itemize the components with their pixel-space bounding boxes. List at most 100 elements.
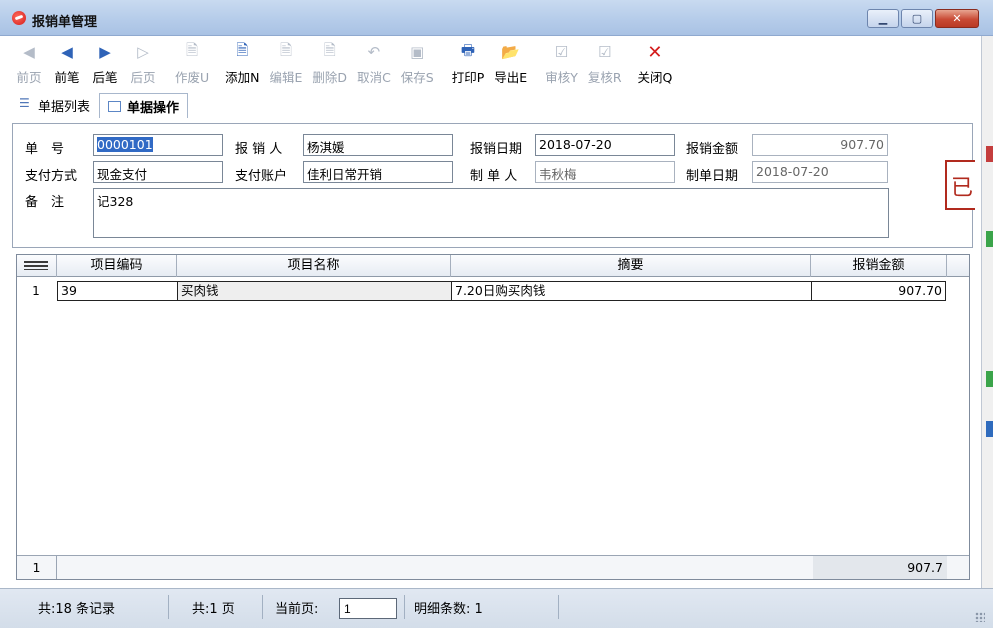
- claim-date-label: 报销日期: [470, 142, 523, 157]
- window-controls: ▁ ▢ ✕: [865, 9, 979, 29]
- make-date-label: 制单日期: [686, 169, 739, 184]
- row-number: 1: [32, 284, 40, 298]
- status-divider: [168, 595, 169, 619]
- printer-icon: 🖶: [460, 40, 476, 59]
- approve-check-icon: ☑: [554, 43, 569, 61]
- toolbar-button-label: 打印P: [451, 70, 485, 85]
- minimize-icon: ▁: [878, 12, 888, 25]
- window-title: 报销单管理: [32, 15, 98, 30]
- pay-account-field[interactable]: 佳利日常开销: [303, 161, 453, 183]
- close-window-button[interactable]: ✕: [935, 9, 979, 28]
- record-count: 共:18 条记录: [38, 602, 116, 617]
- toolbar-button-8[interactable]: ↶ 取消C: [352, 41, 396, 91]
- toolbar-button-12[interactable]: ☑ 审核Y: [540, 41, 583, 91]
- toolbar-button-label: 关闭Q: [637, 70, 673, 85]
- edge-marker: [986, 231, 993, 247]
- double-arrow-left-icon: ◀: [23, 43, 35, 61]
- claimant-field[interactable]: 杨淇媛: [303, 134, 453, 156]
- close-icon: ✕: [952, 12, 962, 25]
- cell-amount[interactable]: 907.70: [811, 281, 946, 301]
- list-icon: [19, 96, 32, 111]
- grid-corner[interactable]: [17, 255, 57, 277]
- maximize-button[interactable]: ▢: [901, 9, 933, 28]
- amount-field: 907.70: [752, 134, 888, 156]
- toolbar-button-1[interactable]: ◀ 前笔: [48, 41, 86, 91]
- close-x-icon: ✕: [647, 41, 663, 63]
- current-page-input[interactable]: [339, 598, 397, 619]
- maker-label: 制 单 人: [470, 169, 518, 184]
- tab-label: 单据列表: [38, 100, 91, 115]
- edge-marker: [986, 421, 993, 437]
- edit-doc-icon: 🗎: [279, 40, 292, 59]
- doc-no-value: 0000101: [97, 137, 153, 152]
- detail-count: 明细条数: 1: [414, 602, 483, 617]
- toolbar-button-label: 导出E: [494, 70, 528, 85]
- toolbar-button-label: 审核Y: [545, 70, 578, 85]
- toolbar-button-label: 取消C: [357, 70, 391, 85]
- maker-field: 韦秋梅: [535, 161, 675, 183]
- arrow-right-icon: ▶: [99, 43, 111, 61]
- toolbar-button-label: 前页: [16, 70, 42, 85]
- save-icon: ▣: [410, 43, 425, 61]
- resize-grip-icon[interactable]: [975, 612, 985, 622]
- minimize-button[interactable]: ▁: [867, 9, 899, 28]
- footer-count: 1: [17, 556, 57, 579]
- grid-header: 项目编码 项目名称 摘要 报销金额: [17, 255, 969, 277]
- amount-label: 报销金额: [686, 142, 739, 157]
- toolbar-button-3[interactable]: ▷ 后页: [124, 41, 162, 91]
- toolbar-button-0[interactable]: ◀ 前页: [10, 41, 48, 91]
- remark-field[interactable]: 记328: [93, 188, 889, 238]
- toolbar-button-13[interactable]: ☑ 复核R: [583, 41, 627, 91]
- current-page-label: 当前页:: [275, 602, 319, 617]
- cell-summary[interactable]: 7.20日购买肉钱: [451, 281, 812, 301]
- toolbar-button-4[interactable]: 🗎 作废U: [170, 41, 214, 91]
- tab-strip: 单据列表 单据操作: [10, 93, 189, 118]
- page-count: 共:1 页: [192, 602, 235, 617]
- cell-code[interactable]: 39: [57, 281, 178, 301]
- tab-label: 单据操作: [127, 100, 180, 116]
- toolbar-button-10[interactable]: 🖶 打印P: [447, 41, 490, 91]
- pay-account-label: 支付账户: [235, 169, 288, 184]
- toolbar-button-label: 后页: [130, 70, 156, 85]
- toolbar-button-6[interactable]: 🗎 编辑E: [265, 41, 308, 91]
- background-window-edge: [981, 36, 993, 588]
- undo-icon: ↶: [367, 43, 381, 61]
- column-header-amount[interactable]: 报销金额: [811, 255, 947, 277]
- title-bar: 报销单管理 ▁ ▢ ✕: [0, 0, 993, 36]
- table-row[interactable]: 1 39 买肉钱 7.20日购买肉钱 907.70: [17, 281, 969, 301]
- status-divider: [558, 595, 559, 619]
- add-doc-icon: 🗎: [236, 40, 249, 59]
- doc-no-label: 单 号: [25, 142, 65, 157]
- column-header-name[interactable]: 项目名称: [177, 255, 451, 277]
- document-form: 单 号 0000101 报 销 人 杨淇媛 报销日期 2018-07-20 报销…: [12, 123, 973, 248]
- column-header-summary[interactable]: 摘要: [451, 255, 811, 277]
- approval-stamp: 已: [945, 160, 975, 210]
- toolbar-button-label: 后笔: [92, 70, 118, 85]
- edge-marker: [986, 146, 993, 162]
- claim-date-field[interactable]: 2018-07-20: [535, 134, 675, 156]
- tab-document-operation[interactable]: 单据操作: [99, 93, 189, 118]
- pay-method-field[interactable]: 现金支付: [93, 161, 223, 183]
- doc-no-field[interactable]: 0000101: [93, 134, 223, 156]
- edge-marker: [986, 371, 993, 387]
- grid-menu-icon: [24, 261, 48, 270]
- delete-doc-icon: 🗎: [323, 40, 336, 59]
- footer-total: 907.7: [813, 556, 947, 579]
- toolbar-button-9[interactable]: ▣ 保存S: [396, 41, 439, 91]
- remark-label: 备 注: [25, 195, 65, 210]
- toolbar-button-label: 编辑E: [269, 70, 303, 85]
- pay-method-label: 支付方式: [25, 169, 78, 184]
- toolbar-button-14[interactable]: ✕ 关闭Q: [633, 41, 678, 91]
- toolbar-button-5[interactable]: 🗎 添加N: [220, 41, 264, 91]
- toolbar-button-2[interactable]: ▶ 后笔: [86, 41, 124, 91]
- maximize-icon: ▢: [911, 12, 923, 25]
- tab-document-list[interactable]: 单据列表: [10, 93, 99, 118]
- toolbar-button-7[interactable]: 🗎 删除D: [307, 41, 352, 91]
- app-logo-icon: [12, 11, 26, 25]
- cell-name[interactable]: 买肉钱: [177, 281, 452, 301]
- column-header-code[interactable]: 项目编码: [57, 255, 177, 277]
- export-folder-icon: 📂: [501, 43, 521, 61]
- detail-grid: 项目编码 项目名称 摘要 报销金额 1 39 买肉钱 7.20日购买肉钱 907…: [16, 254, 970, 580]
- toolbar-button-11[interactable]: 📂 导出E: [489, 41, 532, 91]
- document-icon: [108, 100, 122, 112]
